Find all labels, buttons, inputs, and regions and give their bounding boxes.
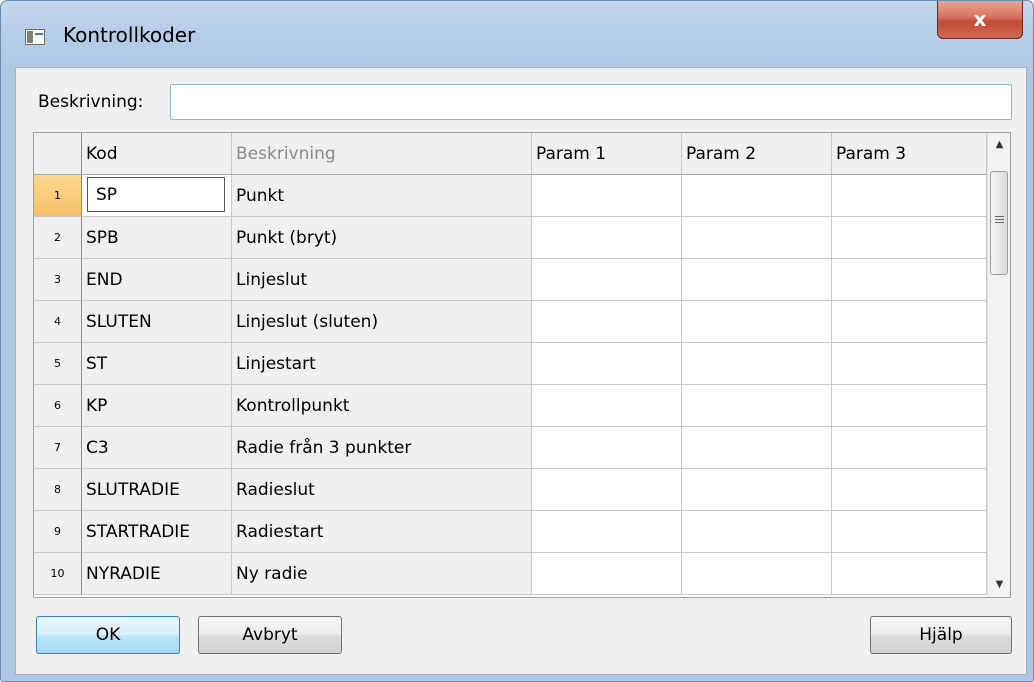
param-cell[interactable]	[832, 511, 987, 553]
beskrivning-cell[interactable]: Linjeslut	[232, 259, 532, 301]
table-row[interactable]: 8 SLUTRADIE Radieslut	[34, 469, 987, 511]
param-cell[interactable]	[682, 175, 832, 217]
beskrivning-cell[interactable]: Linjestart	[232, 343, 532, 385]
app-icon	[25, 29, 45, 45]
row-header[interactable]: 3	[34, 259, 82, 301]
param-cell[interactable]	[832, 385, 987, 427]
param-cell[interactable]	[682, 301, 832, 343]
kod-cell[interactable]: SPB	[82, 217, 232, 259]
kod-cell[interactable]: C3	[82, 427, 232, 469]
param-cell[interactable]	[532, 511, 682, 553]
row-header[interactable]: 6	[34, 385, 82, 427]
table-row[interactable]: 5 ST Linjestart	[34, 343, 987, 385]
dialog-client-area: Beskrivning: Kod Beskrivning Param 1 Param …	[15, 67, 1027, 675]
beskrivning-cell[interactable]: Punkt (bryt)	[232, 217, 532, 259]
column-header-beskrivning[interactable]: Beskrivning	[232, 133, 532, 175]
kod-cell[interactable]: ST	[82, 343, 232, 385]
row-header[interactable]: 9	[34, 511, 82, 553]
cancel-button[interactable]: Avbryt	[198, 616, 342, 654]
param-cell[interactable]	[532, 301, 682, 343]
row-header[interactable]: 1	[34, 175, 82, 217]
kod-edit-field[interactable]: SP	[87, 177, 225, 212]
table-row[interactable]: 3 END Linjeslut	[34, 259, 987, 301]
param-cell[interactable]	[532, 175, 682, 217]
param-cell[interactable]	[832, 217, 987, 259]
param-cell[interactable]	[532, 217, 682, 259]
param-cell[interactable]	[682, 553, 832, 595]
codes-grid: Kod Beskrivning Param 1 Param 2 Param 3 1 SP Pu…	[33, 132, 1011, 598]
row-header[interactable]: 10	[34, 553, 82, 595]
window-title: Kontrollkoder	[63, 23, 196, 47]
column-header-param-1[interactable]: Param 1	[532, 133, 682, 175]
table-row[interactable]: 10 NYRADIE Ny radie	[34, 553, 987, 595]
column-header-kod[interactable]: Kod	[82, 133, 232, 175]
kod-cell[interactable]: END	[82, 259, 232, 301]
table-row[interactable]: 2 SPB Punkt (bryt)	[34, 217, 987, 259]
scroll-up-icon[interactable]: ▲	[988, 133, 1010, 157]
help-button[interactable]: Hjälp	[870, 616, 1012, 654]
dialog-window: Kontrollkoder x Beskrivning: Kod Beskrivn…	[0, 0, 1034, 682]
param-cell[interactable]	[832, 175, 987, 217]
row-header[interactable]: 7	[34, 427, 82, 469]
scroll-down-icon[interactable]: ▼	[988, 573, 1010, 597]
beskrivning-cell[interactable]: Radiestart	[232, 511, 532, 553]
description-label: Beskrivning:	[38, 92, 144, 112]
grid-corner-cell[interactable]	[34, 133, 82, 175]
param-cell[interactable]	[682, 469, 832, 511]
param-cell[interactable]	[832, 343, 987, 385]
table-row[interactable]: 4 SLUTEN Linjeslut (sluten)	[34, 301, 987, 343]
scroll-thumb[interactable]	[990, 171, 1008, 275]
param-cell[interactable]	[832, 553, 987, 595]
row-header[interactable]: 5	[34, 343, 82, 385]
param-cell[interactable]	[832, 301, 987, 343]
param-cell[interactable]	[682, 217, 832, 259]
param-cell[interactable]	[682, 385, 832, 427]
title-bar[interactable]: Kontrollkoder x	[1, 1, 1033, 67]
param-cell[interactable]	[832, 259, 987, 301]
description-input[interactable]	[170, 84, 1012, 120]
close-icon: x	[973, 7, 987, 31]
table-row[interactable]: 7 C3 Radie från 3 punkter	[34, 427, 987, 469]
ok-button[interactable]: OK	[36, 616, 180, 654]
beskrivning-cell[interactable]: Radieslut	[232, 469, 532, 511]
beskrivning-cell[interactable]: Punkt	[232, 175, 532, 217]
beskrivning-cell[interactable]: Radie från 3 punkter	[232, 427, 532, 469]
column-header-param-3[interactable]: Param 3	[832, 133, 987, 175]
kod-cell[interactable]: SP	[82, 175, 232, 217]
kod-cell[interactable]: SLUTRADIE	[82, 469, 232, 511]
param-cell[interactable]	[532, 385, 682, 427]
close-button[interactable]: x	[937, 1, 1023, 39]
table-row[interactable]: 9 STARTRADIE Radiestart	[34, 511, 987, 553]
kod-cell[interactable]: STARTRADIE	[82, 511, 232, 553]
table-row[interactable]: 6 KP Kontrollpunkt	[34, 385, 987, 427]
row-header[interactable]: 8	[34, 469, 82, 511]
param-cell[interactable]	[532, 553, 682, 595]
row-header[interactable]: 4	[34, 301, 82, 343]
row-header[interactable]: 2	[34, 217, 82, 259]
vertical-scrollbar[interactable]: ▲ ▼	[987, 133, 1010, 597]
kod-cell[interactable]: KP	[82, 385, 232, 427]
param-cell[interactable]	[532, 259, 682, 301]
beskrivning-cell[interactable]: Ny radie	[232, 553, 532, 595]
grid-header-row: Kod Beskrivning Param 1 Param 2 Param 3	[34, 133, 987, 175]
table-row[interactable]: 1 SP Punkt	[34, 175, 987, 217]
beskrivning-cell[interactable]: Linjeslut (sluten)	[232, 301, 532, 343]
param-cell[interactable]	[532, 427, 682, 469]
param-cell[interactable]	[532, 343, 682, 385]
param-cell[interactable]	[832, 469, 987, 511]
kod-cell[interactable]: SLUTEN	[82, 301, 232, 343]
param-cell[interactable]	[682, 343, 832, 385]
param-cell[interactable]	[682, 259, 832, 301]
param-cell[interactable]	[682, 427, 832, 469]
param-cell[interactable]	[832, 427, 987, 469]
kod-cell[interactable]: NYRADIE	[82, 553, 232, 595]
param-cell[interactable]	[682, 511, 832, 553]
beskrivning-cell[interactable]: Kontrollpunkt	[232, 385, 532, 427]
column-header-param-2[interactable]: Param 2	[682, 133, 832, 175]
param-cell[interactable]	[532, 469, 682, 511]
